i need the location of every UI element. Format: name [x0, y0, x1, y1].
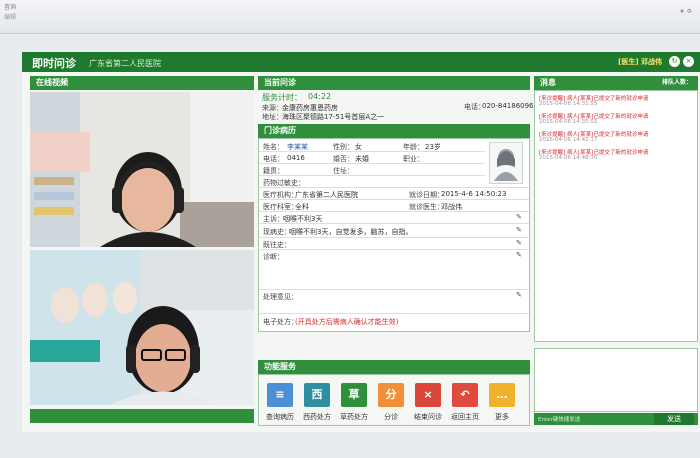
- row-divider: [259, 289, 529, 290]
- consult-app: 即时问诊 广东省第二人民医院 [医生] 邓战伟 ↻ × 在线视频 当前问诊 服务…: [22, 52, 700, 432]
- row-divider: [259, 175, 485, 176]
- record-form: 姓名： 李某某 性别： 女 年龄： 23岁 电话： 0416 婚否： 未婚 职业…: [258, 138, 530, 332]
- edit-diagnosis-icon[interactable]: ✎: [516, 251, 523, 259]
- function-button-6[interactable]: …: [489, 383, 515, 407]
- row-divider: [259, 187, 529, 188]
- timer-value: 04:22: [308, 92, 332, 101]
- queue-count: 排队人数：: [661, 79, 692, 86]
- avatar-icon: [494, 149, 518, 181]
- send-button[interactable]: 发送: [654, 413, 694, 425]
- patient-avatar: [489, 142, 523, 184]
- row-divider: [259, 223, 529, 224]
- doctor-video: [30, 250, 254, 405]
- row-divider: [259, 211, 529, 212]
- message-time: 2015-04-06 14:35:02: [539, 119, 598, 125]
- date-value[interactable]: 2015-4-6 14:50:23: [441, 190, 506, 198]
- browser-menu[interactable]: 编辑: [4, 12, 16, 21]
- doctor-name: 邓战伟: [641, 58, 662, 66]
- hospital-name: 广东省第二人民医院: [89, 59, 161, 68]
- app-header: 即时问诊 广东省第二人民医院 [医生] 邓战伟 ↻ ×: [22, 52, 700, 72]
- edit-past-icon[interactable]: ✎: [516, 239, 523, 247]
- address-label: 地址：: [262, 113, 283, 121]
- send-hint: Enter键快捷发送: [538, 417, 581, 423]
- edit-complaint-icon[interactable]: ✎: [516, 213, 523, 221]
- patient-video-frame: [30, 92, 254, 247]
- diagnosis-label: 诊断：: [263, 253, 284, 261]
- address-value: 海珠区聚德路17-51号首层A之一: [282, 113, 385, 121]
- messages-list[interactable]: [来诊提醒] 病人[某某]已提交了新的就诊申请 2015-04-06 14:31:…: [534, 90, 698, 342]
- functions-panel: ≡ 查询病历西西药处方草草药处方分分诊 × 结束问诊 ↶ 返回主页… 更多: [258, 374, 530, 426]
- row-divider: [259, 249, 529, 250]
- refresh-icon[interactable]: ↻: [669, 56, 680, 67]
- doctor-role: [医生]: [618, 58, 639, 66]
- row-divider: [259, 151, 485, 152]
- video-section-title: 在线视频: [30, 76, 254, 90]
- message-time: 2015-04-06 14:42:17: [539, 137, 598, 143]
- phone-value: 020-84186096: [482, 102, 534, 110]
- doctor-video-frame: [30, 250, 254, 405]
- history-label: 现病史：: [263, 228, 291, 236]
- video-footer-bar: [30, 409, 254, 423]
- timer-label: 服务计时：: [262, 93, 302, 102]
- record-section-title: 门诊病历: [258, 124, 530, 138]
- message-input[interactable]: [534, 348, 698, 412]
- messages-title: 消息: [540, 78, 556, 87]
- function-button-label[interactable]: 更多: [479, 412, 525, 422]
- tel-value[interactable]: 0416: [287, 154, 305, 162]
- function-button-3[interactable]: 分: [378, 383, 404, 407]
- consult-section-title: 当前问诊: [258, 76, 530, 90]
- rx-hint: (开具处方后需病人确认才能生效): [295, 318, 399, 326]
- browser-toolbar: 咨询 编辑 ★ ⚙: [0, 0, 700, 34]
- function-button-4[interactable]: ×: [415, 383, 441, 407]
- advice-label: 处理意见：: [263, 293, 298, 301]
- doctor-info: [医生] 邓战伟: [618, 57, 662, 67]
- history-value[interactable]: 咽喉不利3天，自觉发多，脑苏，自指。: [289, 227, 412, 237]
- rx-label: 电子处方：: [263, 318, 298, 326]
- edit-history-icon[interactable]: ✎: [516, 226, 523, 234]
- edit-advice-icon[interactable]: ✎: [516, 291, 523, 299]
- close-icon[interactable]: ×: [683, 56, 694, 67]
- consult-info: 服务计时： 04:22 来源： 金康药房惠恩药房 电话： 020-8418609…: [258, 90, 534, 121]
- message-time: 2015-04-06 14:48:30: [539, 155, 598, 161]
- functions-section-title: 功能服务: [258, 360, 530, 374]
- row-divider: [259, 199, 529, 200]
- message-time: 2015-04-06 14:31:55: [539, 101, 598, 107]
- function-button-0[interactable]: ≡: [267, 383, 293, 407]
- patient-video: [30, 92, 254, 247]
- browser-tab-title[interactable]: 咨询: [4, 2, 16, 11]
- function-button-1[interactable]: 西: [304, 383, 330, 407]
- messages-section-title: 消息 排队人数：: [534, 76, 698, 90]
- row-divider: [259, 163, 485, 164]
- app-title: 即时问诊: [32, 57, 76, 70]
- function-button-5[interactable]: ↶: [452, 383, 478, 407]
- function-button-2[interactable]: 草: [341, 383, 367, 407]
- row-divider: [259, 237, 529, 238]
- send-bar: Enter键快捷发送 发送: [534, 413, 698, 425]
- row-divider: [259, 313, 529, 314]
- browser-tools-icon[interactable]: ★ ⚙: [679, 8, 692, 15]
